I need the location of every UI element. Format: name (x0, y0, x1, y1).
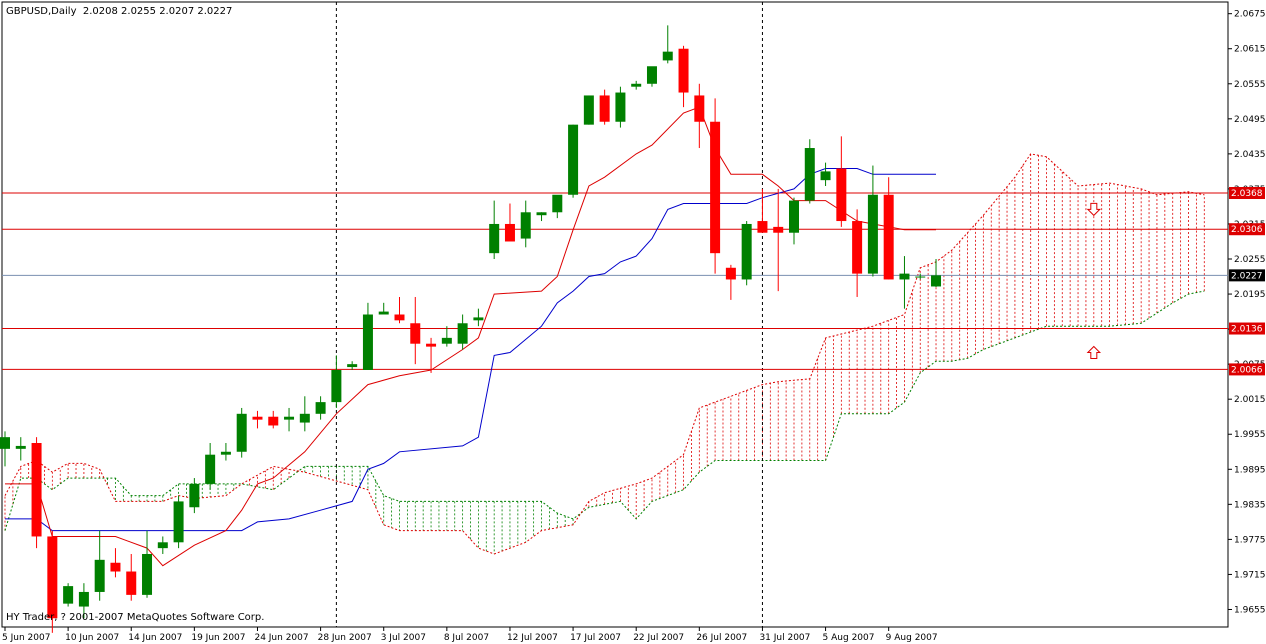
candle-body (615, 92, 626, 122)
candle-body (804, 148, 815, 201)
candle-body (457, 323, 468, 344)
y-tick-label: 1.9775 (1234, 535, 1266, 545)
candle-body (773, 226, 784, 233)
candle-body (710, 121, 721, 254)
y-tick-label: 2.0495 (1234, 115, 1266, 125)
x-tick-label: 12 Jul 2007 (507, 633, 558, 643)
level-price-label: 2.0066 (1231, 365, 1263, 375)
x-tick-label: 10 Jun 2007 (65, 633, 119, 643)
chart-title: GBPUSD,Daily 2.0208 2.0255 2.0207 2.0227 (6, 6, 233, 17)
candle-body (394, 314, 405, 321)
y-tick-label: 1.9655 (1234, 605, 1266, 615)
candle-body (284, 416, 295, 420)
candle-body (694, 95, 705, 122)
plot-area (1, 1, 1229, 628)
y-tick-label: 2.0435 (1234, 150, 1266, 160)
x-tick-label: 17 Jul 2007 (570, 633, 621, 643)
candle-body (157, 542, 168, 549)
candle-body (252, 416, 263, 420)
candle-body (504, 223, 515, 242)
x-tick-label: 9 Aug 2007 (886, 633, 938, 643)
candle-body (536, 212, 547, 216)
candle-body (410, 323, 421, 344)
candle-body (867, 194, 878, 274)
candle-body (568, 124, 579, 195)
level-price-label: 2.0136 (1231, 325, 1263, 335)
candle-body (552, 194, 563, 213)
x-tick-label: 28 Jun 2007 (318, 633, 372, 643)
y-tick-label: 2.0015 (1234, 395, 1266, 405)
candle-body (15, 445, 26, 449)
x-tick-label: 8 Jul 2007 (444, 633, 489, 643)
candle-body (441, 337, 452, 344)
candle-body (126, 571, 137, 595)
x-tick-label: 3 Jul 2007 (381, 633, 426, 643)
candle-body (599, 95, 610, 122)
candle-body (662, 51, 673, 61)
candle-body (315, 402, 326, 414)
candle-body (205, 454, 216, 484)
y-tick-label: 2.0675 (1234, 10, 1266, 20)
current-price-label: 2.0227 (1231, 271, 1263, 281)
candle-body (820, 171, 831, 181)
x-tick-label: 5 Aug 2007 (823, 633, 875, 643)
x-tick-label: 26 Jul 2007 (696, 633, 747, 643)
candle-body (78, 591, 89, 607)
candle-body (899, 273, 910, 280)
candle-body (220, 451, 231, 455)
candle-body (299, 413, 310, 423)
x-tick-label: 24 Jun 2007 (254, 633, 308, 643)
candle-body (63, 586, 74, 604)
x-tick-label: 31 Jul 2007 (759, 633, 810, 643)
candle-body (189, 483, 200, 508)
candle-body (883, 194, 894, 280)
y-tick-label: 1.9715 (1234, 570, 1266, 580)
candle-body (378, 311, 389, 315)
candle-body (173, 501, 184, 543)
candle-body (347, 364, 358, 368)
candle-body (741, 223, 752, 280)
candle-body (852, 221, 863, 274)
candle-body (331, 369, 342, 403)
candle-body (583, 95, 594, 125)
candle-body (268, 416, 279, 426)
x-tick-label: 22 Jul 2007 (633, 633, 684, 643)
candle-body (725, 267, 736, 280)
y-tick-label: 1.9835 (1234, 500, 1266, 510)
candle-body (362, 314, 373, 370)
price-chart[interactable]: 2.06752.06152.05552.04952.04352.03752.03… (0, 0, 1266, 644)
candle-body (836, 168, 847, 222)
candle-body (915, 276, 926, 278)
candle-body (489, 223, 500, 254)
x-tick-label: 5 Jun 2007 (2, 633, 50, 643)
candle-body (473, 317, 484, 321)
candle-body (142, 553, 153, 595)
candle-body (631, 83, 642, 87)
y-tick-label: 2.0195 (1234, 290, 1266, 300)
candle-body (931, 275, 942, 287)
candle-body (646, 66, 657, 84)
candle-body (0, 437, 10, 449)
candle-body (31, 443, 42, 537)
candle-body (94, 559, 105, 592)
y-tick-label: 2.0615 (1234, 45, 1266, 55)
level-price-label: 2.0368 (1231, 189, 1263, 199)
candle-body (678, 48, 689, 93)
candle-body (236, 413, 247, 452)
candle-body (520, 212, 531, 239)
candle-body (47, 536, 58, 619)
level-price-label: 2.0306 (1231, 225, 1263, 235)
copyright-text: HY Trader, ? 2001-2007 MetaQuotes Softwa… (6, 612, 265, 623)
candle-body (110, 562, 121, 572)
y-tick-label: 1.9895 (1234, 465, 1266, 475)
y-tick-label: 2.0555 (1234, 80, 1266, 90)
y-tick-label: 1.9955 (1234, 430, 1266, 440)
y-tick-label: 2.0255 (1234, 255, 1266, 265)
x-tick-label: 14 Jun 2007 (128, 633, 182, 643)
candle-body (426, 343, 437, 347)
candle-body (757, 221, 768, 233)
candle-body (789, 200, 799, 233)
x-tick-label: 19 Jun 2007 (191, 633, 245, 643)
